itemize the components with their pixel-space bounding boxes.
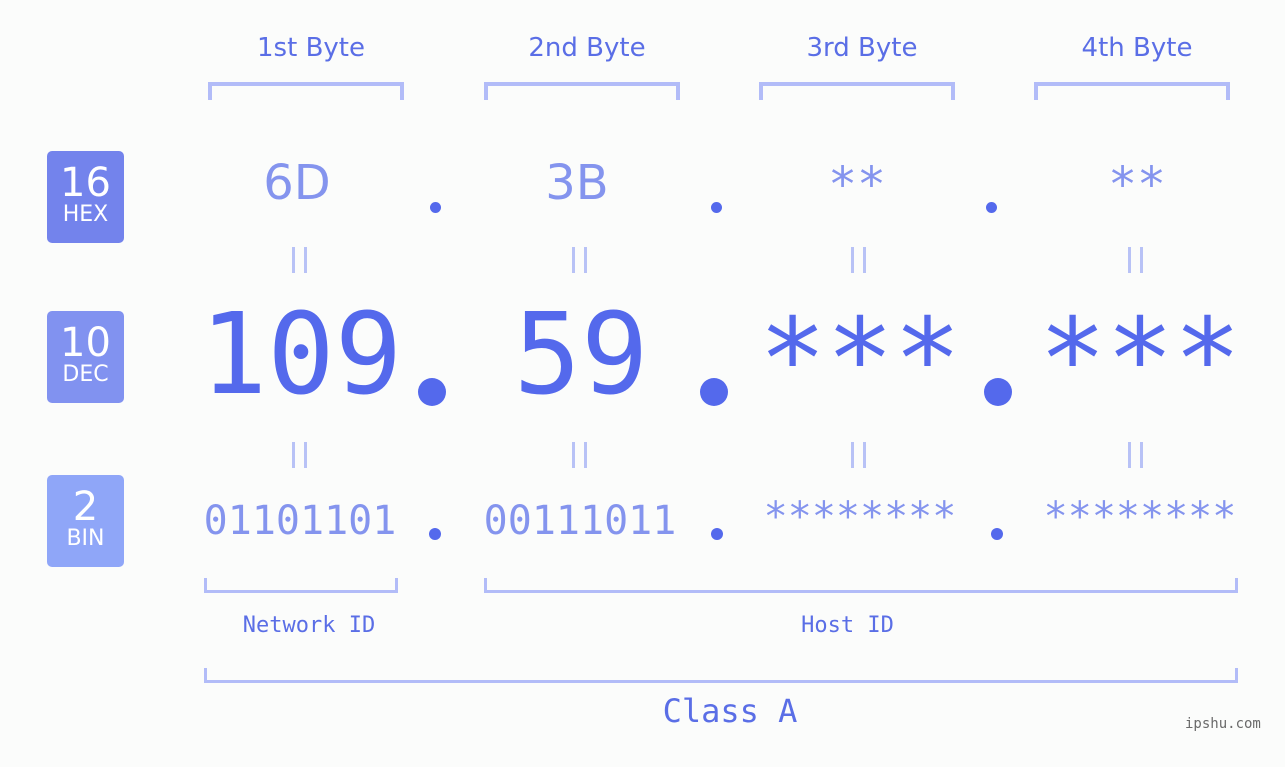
bin-value-1: 01101101 — [203, 498, 397, 544]
bin-badge: 2 BIN — [47, 475, 124, 567]
equals-sign — [851, 247, 866, 273]
network-id-bracket — [204, 578, 398, 593]
host-id-label: Host ID — [801, 613, 894, 638]
hex-value-2: 3B — [545, 155, 609, 211]
byte-bracket-1 — [208, 82, 404, 100]
network-id-label: Network ID — [242, 613, 376, 638]
equals-sign — [851, 442, 866, 468]
bin-base-label: BIN — [66, 526, 105, 551]
byte-title-3: 3rd Byte — [806, 33, 918, 63]
byte-bracket-2 — [484, 82, 680, 100]
hex-value-1: 6D — [263, 155, 331, 211]
hex-separator-3 — [986, 202, 997, 213]
hex-value-3: ** — [828, 157, 886, 213]
hex-value-4: ** — [1108, 157, 1166, 213]
dec-value-3: *** — [758, 295, 962, 425]
hex-separator-1 — [430, 202, 441, 213]
dec-separator-2 — [700, 378, 728, 406]
byte-title-2: 2nd Byte — [528, 33, 646, 63]
bin-value-4: ******** — [1043, 494, 1237, 540]
equals-sign — [292, 442, 307, 468]
bin-separator-2 — [711, 528, 723, 540]
bin-separator-3 — [991, 528, 1003, 540]
equals-sign — [572, 442, 587, 468]
equals-sign — [572, 247, 587, 273]
class-bracket — [204, 668, 1238, 683]
dec-separator-3 — [984, 378, 1012, 406]
host-id-bracket — [484, 578, 1238, 593]
dec-badge: 10 DEC — [47, 311, 124, 403]
bin-base-number: 2 — [72, 484, 99, 530]
byte-title-4: 4th Byte — [1081, 33, 1193, 63]
hex-base-number: 16 — [60, 160, 111, 206]
byte-bracket-3 — [759, 82, 955, 100]
equals-sign — [1128, 442, 1143, 468]
watermark: ipshu.com — [1185, 716, 1261, 732]
bin-separator-1 — [429, 528, 441, 540]
dec-separator-1 — [418, 378, 446, 406]
equals-sign — [1128, 247, 1143, 273]
dec-value-4: *** — [1038, 295, 1242, 425]
dec-base-label: DEC — [62, 362, 109, 387]
dec-value-2: 59 — [513, 290, 649, 420]
bin-value-2: 00111011 — [483, 498, 677, 544]
equals-sign — [292, 247, 307, 273]
hex-badge: 16 HEX — [47, 151, 124, 243]
bin-value-3: ******** — [763, 494, 957, 540]
byte-title-1: 1st Byte — [257, 33, 365, 63]
dec-base-number: 10 — [60, 320, 111, 366]
hex-separator-2 — [711, 202, 722, 213]
byte-bracket-4 — [1034, 82, 1230, 100]
dec-value-1: 109 — [199, 290, 403, 420]
class-label: Class A — [662, 692, 798, 730]
hex-base-label: HEX — [62, 202, 109, 227]
